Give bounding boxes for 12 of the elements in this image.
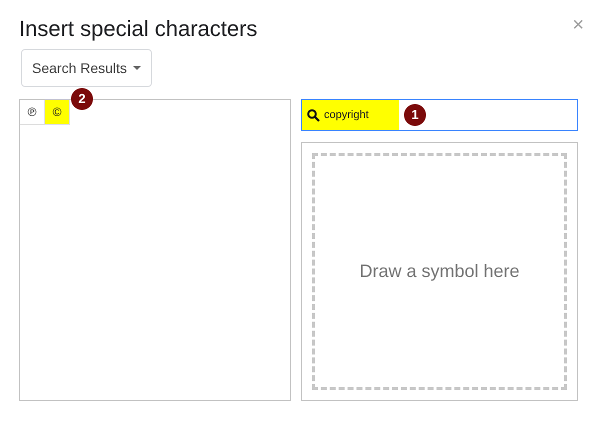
search-field[interactable]: copyright 1 — [301, 99, 578, 131]
search-icon — [307, 108, 320, 122]
step-badge: 2 — [71, 88, 93, 110]
step-badge: 1 — [404, 104, 426, 126]
search-text: copyright — [324, 108, 369, 123]
drawing-area[interactable]: Draw a symbol here — [312, 153, 567, 390]
caret-icon — [132, 66, 141, 70]
symbol-cell[interactable]: © — [45, 100, 70, 125]
drawing-placeholder: Draw a symbol here — [359, 260, 520, 283]
symbol-cell[interactable]: ℗ — [20, 100, 45, 125]
dialog-title: Insert special characters — [19, 15, 258, 43]
category-dropdown[interactable]: Search Results — [21, 49, 152, 87]
